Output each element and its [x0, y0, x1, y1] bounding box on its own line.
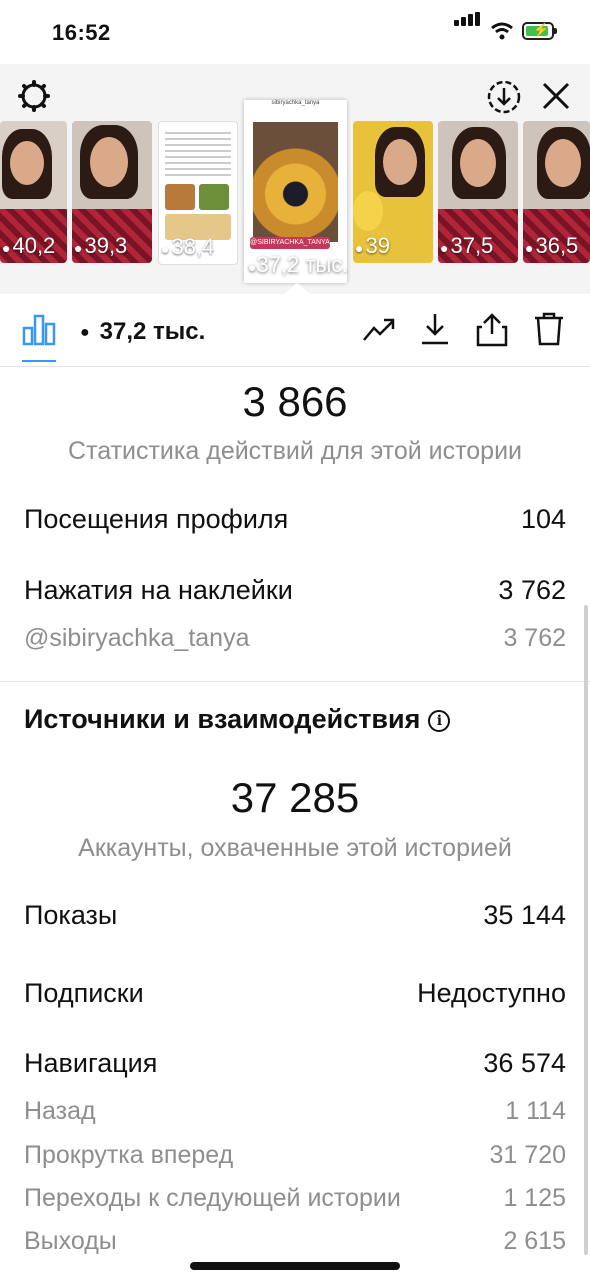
row-label: Посещения профиля [24, 504, 289, 534]
mention-taps-row[interactable]: @sibiryachka_tanya 3 762 [24, 624, 566, 653]
mention-sticker: @SIBIRYACHKA_TANYA [250, 237, 330, 249]
row-label: Назад [24, 1097, 96, 1125]
story-thumbnail[interactable]: ●39,3 [72, 121, 152, 263]
share-icon[interactable] [476, 312, 508, 348]
story-view-count: 37,5 [450, 233, 494, 258]
story-thumbnail[interactable]: ●37,5 [438, 121, 518, 263]
reach-total: 37 285 [230, 774, 360, 821]
nav-exits-row: Выходы 2 615 [24, 1227, 566, 1256]
row-value: 104 [520, 504, 566, 534]
selected-story-header: sibiryachka_tanya [271, 100, 320, 106]
row-value: 3 762 [498, 575, 566, 605]
story-thumbnail[interactable]: ●39 [353, 121, 433, 263]
trash-icon[interactable] [534, 312, 564, 346]
row-label: Навигация [24, 1048, 158, 1078]
nav-back-row: Назад 1 114 [24, 1097, 566, 1126]
row-value: 1 125 [503, 1184, 566, 1212]
row-value: 3 762 [503, 624, 566, 652]
row-value: 35 144 [483, 900, 566, 930]
row-label: Переходы к следующей истории [24, 1184, 401, 1212]
status-time: 16:52 [52, 20, 111, 45]
row-label: Прокрутка вперед [24, 1141, 234, 1169]
story-view-count: 37,2 тыс. [256, 252, 349, 277]
download-icon[interactable] [420, 312, 450, 346]
profile-visits-row: Посещения профиля 104 [24, 504, 566, 535]
home-indicator[interactable] [190, 1262, 400, 1270]
wifi-icon [491, 22, 513, 40]
story-thumbnail[interactable]: ●36,5 [523, 121, 590, 263]
impressions-row: Показы 35 144 [24, 900, 566, 931]
trending-icon[interactable] [362, 312, 396, 346]
row-label: @sibiryachka_tanya [24, 624, 250, 652]
story-thumbnail[interactable]: ●38,4 [158, 121, 238, 265]
active-tab-indicator [22, 360, 56, 362]
follows-row: Подписки Недоступно [24, 978, 566, 1009]
bar-chart-icon[interactable] [22, 312, 56, 346]
nav-forward-row: Прокрутка вперед 31 720 [24, 1141, 566, 1170]
eye-icon: ● [525, 240, 534, 256]
story-view-count: 36,5 [535, 233, 579, 258]
story-thumbnail[interactable]: ●40,2 [0, 121, 67, 263]
scrollbar[interactable] [584, 605, 588, 1255]
nav-next-story-row: Переходы к следующей истории 1 125 [24, 1184, 566, 1213]
sticker-taps-row: Нажатия на наклейки 3 762 [24, 575, 566, 606]
battery-icon: ⚡ [522, 22, 557, 40]
selected-story-thumbnail[interactable]: sibiryachka_tanya @SIBIRYACHKA_TANYA ●37… [244, 100, 349, 283]
actions-caption: Статистика действий для этой истории [67, 437, 523, 465]
story-view-count: 38,4 [171, 234, 215, 259]
story-view-count: 39,3 [84, 233, 128, 258]
row-value: Недоступно [417, 978, 566, 1008]
row-label: Подписки [24, 978, 144, 1008]
close-icon[interactable] [540, 80, 572, 112]
reach-caption: Аккаунты, охваченные этой историей [78, 834, 512, 862]
eye-icon: ● [2, 240, 11, 256]
settings-gear-icon[interactable] [18, 80, 50, 112]
story-view-count: 40,2 [12, 233, 56, 258]
row-value: 2 615 [503, 1227, 566, 1255]
story-view-count: 39 [365, 233, 390, 258]
eye-icon: ● [355, 240, 364, 256]
status-bar: 16:52 ⚡ [0, 0, 590, 64]
eye-icon: ● [80, 324, 90, 341]
row-value: 31 720 [489, 1141, 566, 1169]
views-count: ● 37,2 тыс. [80, 318, 206, 345]
row-value: 36 574 [483, 1048, 566, 1078]
section-title: Источники и взаимодействия i [24, 704, 451, 735]
navigation-row: Навигация 36 574 [24, 1048, 566, 1079]
row-value: 1 114 [505, 1097, 566, 1125]
info-icon[interactable]: i [428, 710, 451, 732]
insights-toolbar: ● 37,2 тыс. [0, 296, 590, 367]
row-label: Выходы [24, 1227, 117, 1255]
eye-icon: ● [161, 241, 170, 257]
eye-icon: ● [74, 240, 83, 256]
eye-icon: ● [440, 240, 449, 256]
selection-pointer [283, 283, 311, 295]
section-divider [0, 681, 590, 682]
story-image [253, 122, 338, 242]
download-circle-icon[interactable] [486, 79, 522, 115]
row-label: Нажатия на наклейки [24, 575, 293, 605]
actions-total: 3 866 [242, 378, 348, 425]
row-label: Показы [24, 900, 118, 930]
